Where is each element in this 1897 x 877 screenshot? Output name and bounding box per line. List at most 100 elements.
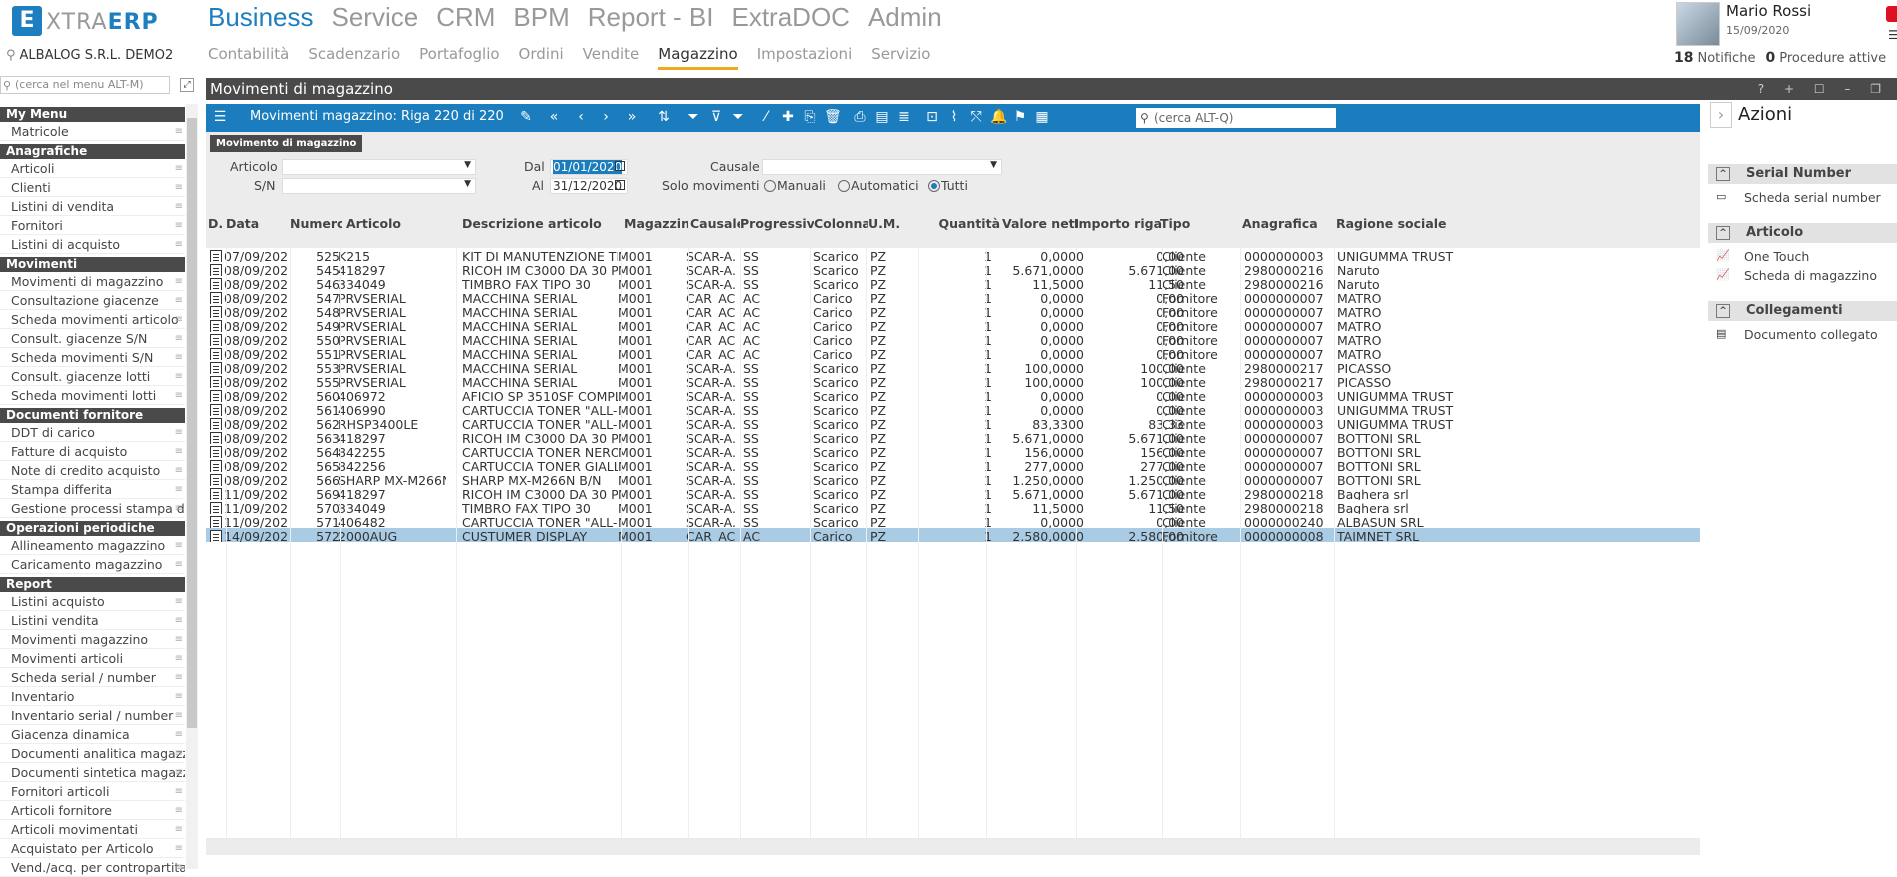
sidebar-item[interactable]: Movimenti magazzino <box>0 630 185 649</box>
action-item[interactable]: Scheda serial number <box>1744 190 1881 205</box>
edit-icon[interactable]: ✎ <box>518 109 534 125</box>
next-record-icon[interactable]: › <box>598 109 614 125</box>
sidebar-scrollbar[interactable] <box>186 104 198 869</box>
sidebar-section-header[interactable]: Anagrafiche <box>0 144 185 159</box>
chevron-up-icon[interactable]: ^ <box>1716 226 1730 240</box>
grid-search-input[interactable]: ⚲ (cerca ALT-Q) <box>1136 108 1336 128</box>
column-header[interactable]: Magazzino <box>624 212 688 236</box>
column-header[interactable]: Valore netto <box>1002 212 1078 236</box>
sidebar-item[interactable]: Scheda serial / number <box>0 668 185 687</box>
top-nav-item-4[interactable]: Report - BI <box>588 2 714 33</box>
tab-0[interactable]: Contabilità <box>208 45 289 70</box>
sidebar-item[interactable]: Consult. giacenze lotti <box>0 367 185 386</box>
sidebar-item[interactable]: Listini di vendita <box>0 197 185 216</box>
share-icon[interactable]: ⤲ <box>968 109 984 125</box>
sidebar-item[interactable]: Giacenza dinamica <box>0 725 185 744</box>
tab-4[interactable]: Vendite <box>583 45 640 70</box>
procedures-link[interactable]: 0 Procedure attive <box>1765 50 1886 66</box>
sidebar-item[interactable]: Articoli movimentati <box>0 820 185 839</box>
sort-icon[interactable]: ⇅ <box>656 109 672 125</box>
bell-icon[interactable]: 🔔 <box>990 109 1007 125</box>
delete-icon[interactable]: 🗑 <box>824 109 842 125</box>
column-header[interactable]: Progressivo <box>740 212 814 236</box>
action-group-header[interactable]: ^ Serial Number <box>1708 164 1897 184</box>
sidebar-item[interactable]: Scheda movimenti S/N <box>0 348 185 367</box>
top-nav-item-6[interactable]: Admin <box>868 2 942 33</box>
action-item[interactable]: Documento collegato <box>1744 327 1878 342</box>
sidebar-item[interactable]: Inventario serial / number <box>0 706 185 725</box>
actions-header[interactable]: › Azioni <box>1710 102 1792 128</box>
copy-icon[interactable]: ⎘ <box>802 109 818 125</box>
last-record-icon[interactable]: » <box>624 109 640 125</box>
first-record-icon[interactable]: « <box>546 109 562 125</box>
sidebar-section-header[interactable]: My Menu <box>0 107 185 122</box>
al-date-field[interactable]: 31/12/2020 <box>550 178 628 194</box>
calendar-icon[interactable] <box>615 161 625 171</box>
action-item[interactable]: Scheda di magazzino <box>1744 268 1877 283</box>
sidebar-item[interactable]: Inventario <box>0 687 185 706</box>
logout-icon[interactable] <box>1886 6 1897 22</box>
tab-1[interactable]: Scadenzario <box>308 45 400 70</box>
filter-tab[interactable]: Movimento di magazzino <box>210 135 363 152</box>
top-nav-item-0[interactable]: Business <box>208 2 314 33</box>
sidebar-item[interactable]: Movimenti di magazzino <box>0 272 185 291</box>
sidebar-item[interactable]: Allineamento magazzino <box>0 536 185 555</box>
add-icon[interactable]: ✚ <box>780 109 796 125</box>
sidebar-item[interactable]: Vend./acq. per contropartita <box>0 858 185 877</box>
top-nav-item-2[interactable]: CRM <box>436 2 495 33</box>
sidebar-item[interactable]: Caricamento magazzino <box>0 555 185 574</box>
sidebar-item[interactable]: Movimenti articoli <box>0 649 185 668</box>
calendar-icon[interactable]: ▦ <box>1034 109 1050 125</box>
top-nav-item-1[interactable]: Service <box>332 2 419 33</box>
action-group-header[interactable]: ^ Articolo <box>1708 223 1897 243</box>
column-header[interactable]: Descrizione articolo <box>462 212 622 236</box>
tab-5[interactable]: Magazzino <box>658 45 738 70</box>
previous-record-icon[interactable]: ‹ <box>573 109 589 125</box>
sidebar-item[interactable]: Documenti analitica magazzi <box>0 744 185 763</box>
sidebar-item[interactable]: Fornitori <box>0 216 185 235</box>
column-header[interactable]: Importo riga <box>1068 212 1162 236</box>
sn-select[interactable]: ▼ <box>282 178 476 194</box>
column-header[interactable]: Numero <box>290 212 342 236</box>
sidebar-section-header[interactable]: Movimenti <box>0 257 185 272</box>
action-group-header[interactable]: ^ Collegamenti <box>1708 301 1897 321</box>
sidebar-search-input[interactable]: ⚲ (cerca nel menu ALT-M) <box>0 76 170 94</box>
causale-select[interactable]: ▼ <box>762 159 1002 175</box>
sidebar-section-header[interactable]: Operazioni periodiche <box>0 521 185 536</box>
sidebar-item[interactable]: DDT di carico <box>0 423 185 442</box>
sidebar-item[interactable]: Acquistato per Articolo <box>0 839 185 858</box>
column-header[interactable]: U.M. <box>868 212 918 236</box>
sidebar-section-header[interactable]: Documenti fornitore <box>0 408 185 423</box>
sidebar-item[interactable]: Listini di acquisto <box>0 235 185 254</box>
sidebar-item[interactable]: Consult. giacenze S/N <box>0 329 185 348</box>
sidebar-item[interactable]: Gestione processi stampa diff <box>0 499 185 518</box>
column-header[interactable]: Colonna <box>814 212 868 236</box>
column-header[interactable]: Quantità <box>918 212 1000 236</box>
sidebar-item[interactable]: Listini vendita <box>0 611 185 630</box>
sidebar-item[interactable]: Note di credito acquisto <box>0 461 185 480</box>
tab-6[interactable]: Impostazioni <box>757 45 853 70</box>
sidebar-item[interactable]: Consultazione giacenze <box>0 291 185 310</box>
expand-sidebar-icon[interactable]: ⤢ <box>180 78 194 92</box>
column-header[interactable]: Ragione sociale <box>1336 212 1496 236</box>
tab-3[interactable]: Ordini <box>519 45 564 70</box>
radio-manuali[interactable]: Manuali <box>764 178 826 193</box>
sidebar-item[interactable]: Clienti <box>0 178 185 197</box>
sidebar-item[interactable]: Documenti sintetica magazz <box>0 763 185 782</box>
attachment-icon[interactable]: ⌇ <box>946 109 962 125</box>
top-nav-item-3[interactable]: BPM <box>513 2 569 33</box>
column-header[interactable]: Data <box>226 212 286 236</box>
top-nav-item-5[interactable]: ExtraDOC <box>731 2 849 33</box>
tab-7[interactable]: Servizio <box>871 45 930 70</box>
dal-date-field[interactable]: 01/01/2020 <box>550 159 628 175</box>
magic-wand-icon[interactable]: ⁄ <box>758 109 774 125</box>
list-menu-icon[interactable]: ☰ <box>212 109 228 125</box>
sidebar-scrollbar-thumb[interactable] <box>187 118 197 728</box>
sidebar-item[interactable]: Articoli <box>0 159 185 178</box>
avatar[interactable] <box>1676 2 1720 46</box>
sidebar-item[interactable]: Articoli fornitore <box>0 801 185 820</box>
column-header[interactable]: Articolo <box>346 212 456 236</box>
notifications-link[interactable]: 18 Notifiche <box>1674 50 1755 66</box>
calendar-icon[interactable] <box>615 180 625 190</box>
column-header[interactable]: Tipo <box>1160 212 1240 236</box>
